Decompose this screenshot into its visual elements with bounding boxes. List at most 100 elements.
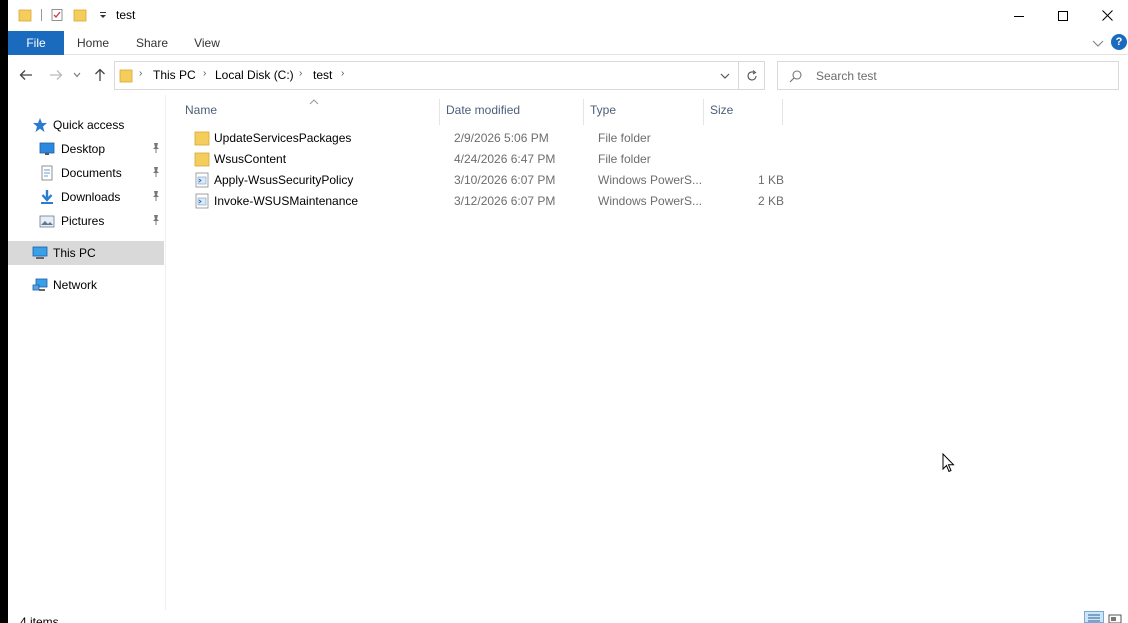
ribbon-tabs: File Home Share View ? (8, 31, 1128, 55)
search-input[interactable] (816, 67, 1106, 85)
desktop-icon (39, 141, 55, 157)
nav-item-desktop[interactable]: Desktop (8, 138, 164, 160)
file-type: Windows PowerS... (598, 194, 703, 208)
column-header-size[interactable]: Size (710, 99, 780, 121)
pin-icon (151, 190, 161, 202)
search-box[interactable] (777, 61, 1119, 90)
breadcrumb-this-pc[interactable]: This PC (153, 68, 196, 82)
tab-home[interactable]: Home (70, 31, 116, 55)
nav-item-label: Pictures (61, 214, 105, 228)
address-history-dropdown[interactable] (715, 68, 735, 84)
navigation-bar: › This PC › Local Disk (C:) › test › (8, 55, 1128, 95)
file-row[interactable]: WsusContent 4/24/2026 6:47 PM File folde… (184, 149, 784, 170)
close-button[interactable] (1084, 0, 1128, 31)
back-button[interactable] (16, 65, 36, 85)
mouse-cursor-icon (942, 453, 955, 473)
back-arrow-icon (19, 70, 32, 80)
navigation-pane: Quick access Desktop Documents Downloads (8, 95, 166, 610)
network-icon (32, 277, 48, 293)
folder-icon (194, 151, 210, 167)
computer-icon (32, 245, 48, 261)
file-list: Name Date modified Type Size UpdateServi… (178, 95, 1128, 610)
file-row[interactable]: UpdateServicesPackages 2/9/2026 5:06 PM … (184, 128, 784, 149)
file-name: UpdateServicesPackages (214, 131, 352, 145)
title-bar: test (8, 0, 1128, 31)
breadcrumb-separator: › (139, 68, 143, 79)
breadcrumb-separator: › (299, 68, 303, 79)
toolbar-separator (41, 9, 42, 21)
customize-toolbar-icon[interactable] (94, 6, 112, 24)
minimize-icon (1014, 15, 1024, 17)
maximize-button[interactable] (1040, 0, 1086, 31)
file-name: WsusContent (214, 152, 287, 166)
forward-arrow-icon (50, 70, 63, 80)
breadcrumb-separator: › (341, 68, 345, 79)
maximize-icon (1058, 10, 1068, 21)
pictures-icon (39, 213, 55, 229)
file-name: Invoke-WSUSMaintenance (214, 194, 359, 208)
file-name: Apply-WsusSecurityPolicy (214, 173, 354, 187)
column-divider[interactable] (782, 99, 783, 125)
star-icon (32, 117, 48, 133)
expand-ribbon-icon[interactable] (1090, 36, 1106, 50)
up-arrow-icon (95, 68, 105, 81)
folder-icon (119, 68, 133, 87)
window-title: test (116, 8, 136, 22)
file-size: 1 KB (757, 173, 784, 187)
file-row[interactable]: Apply-WsusSecurityPolicy 3/10/2026 6:07 … (184, 170, 784, 191)
nav-item-label: Quick access (53, 118, 125, 132)
documents-icon (39, 165, 55, 181)
breadcrumb-test[interactable]: test (313, 68, 332, 82)
column-divider[interactable] (439, 99, 440, 125)
address-bar[interactable]: › This PC › Local Disk (C:) › test › (114, 61, 739, 90)
tab-view[interactable]: View (186, 31, 228, 55)
nav-item-documents[interactable]: Documents (8, 162, 164, 184)
file-type: File folder (598, 131, 651, 145)
pin-icon (151, 142, 161, 154)
column-divider[interactable] (703, 99, 704, 125)
column-divider[interactable] (583, 99, 584, 125)
forward-button[interactable] (46, 65, 66, 85)
nav-item-label: Network (53, 278, 98, 292)
nav-item-downloads[interactable]: Downloads (8, 186, 164, 208)
file-date: 4/24/2026 6:47 PM (454, 152, 556, 166)
nav-item-label: Documents (61, 166, 122, 180)
column-header-type[interactable]: Type (590, 99, 700, 121)
file-explorer-window: test File Home Share View ? › This PC › … (8, 0, 1128, 623)
column-header-name[interactable]: Name (185, 99, 440, 121)
large-icons-view-icon[interactable] (1108, 613, 1122, 623)
properties-icon[interactable] (48, 6, 66, 24)
nav-item-quick-access[interactable]: Quick access (8, 114, 164, 136)
chevron-down-icon (720, 73, 730, 79)
nav-item-label: This PC (53, 246, 96, 260)
status-bar: 4 items (8, 610, 1128, 623)
up-button[interactable] (90, 65, 110, 85)
nav-item-network[interactable]: Network (8, 274, 164, 296)
nav-item-label: Desktop (61, 142, 106, 156)
powershell-script-icon (194, 172, 210, 188)
pin-icon (151, 166, 161, 178)
pin-icon (151, 214, 161, 226)
file-type: Windows PowerS... (598, 173, 703, 187)
breadcrumb-separator: › (203, 68, 207, 79)
breadcrumb-local-disk[interactable]: Local Disk (C:) (215, 68, 294, 82)
nav-item-this-pc[interactable]: This PC (8, 241, 164, 265)
file-size: 2 KB (757, 194, 784, 208)
downloads-icon (39, 189, 55, 205)
details-view-icon[interactable] (1084, 611, 1104, 623)
search-icon (788, 68, 804, 84)
minimize-button[interactable] (996, 0, 1042, 31)
tab-share[interactable]: Share (130, 31, 174, 55)
folder-icon (194, 130, 210, 146)
powershell-script-icon (194, 193, 210, 209)
help-icon[interactable]: ? (1111, 34, 1127, 50)
tab-file[interactable]: File (8, 31, 64, 55)
column-header-date[interactable]: Date modified (446, 99, 586, 121)
chevron-down-icon (73, 72, 81, 78)
refresh-button[interactable] (739, 61, 765, 90)
nav-item-label: Downloads (61, 190, 121, 204)
new-folder-icon[interactable] (71, 6, 89, 24)
nav-item-pictures[interactable]: Pictures (8, 210, 164, 232)
file-row[interactable]: Invoke-WSUSMaintenance 3/12/2026 6:07 PM… (184, 191, 784, 212)
recent-locations-button[interactable] (70, 65, 84, 85)
